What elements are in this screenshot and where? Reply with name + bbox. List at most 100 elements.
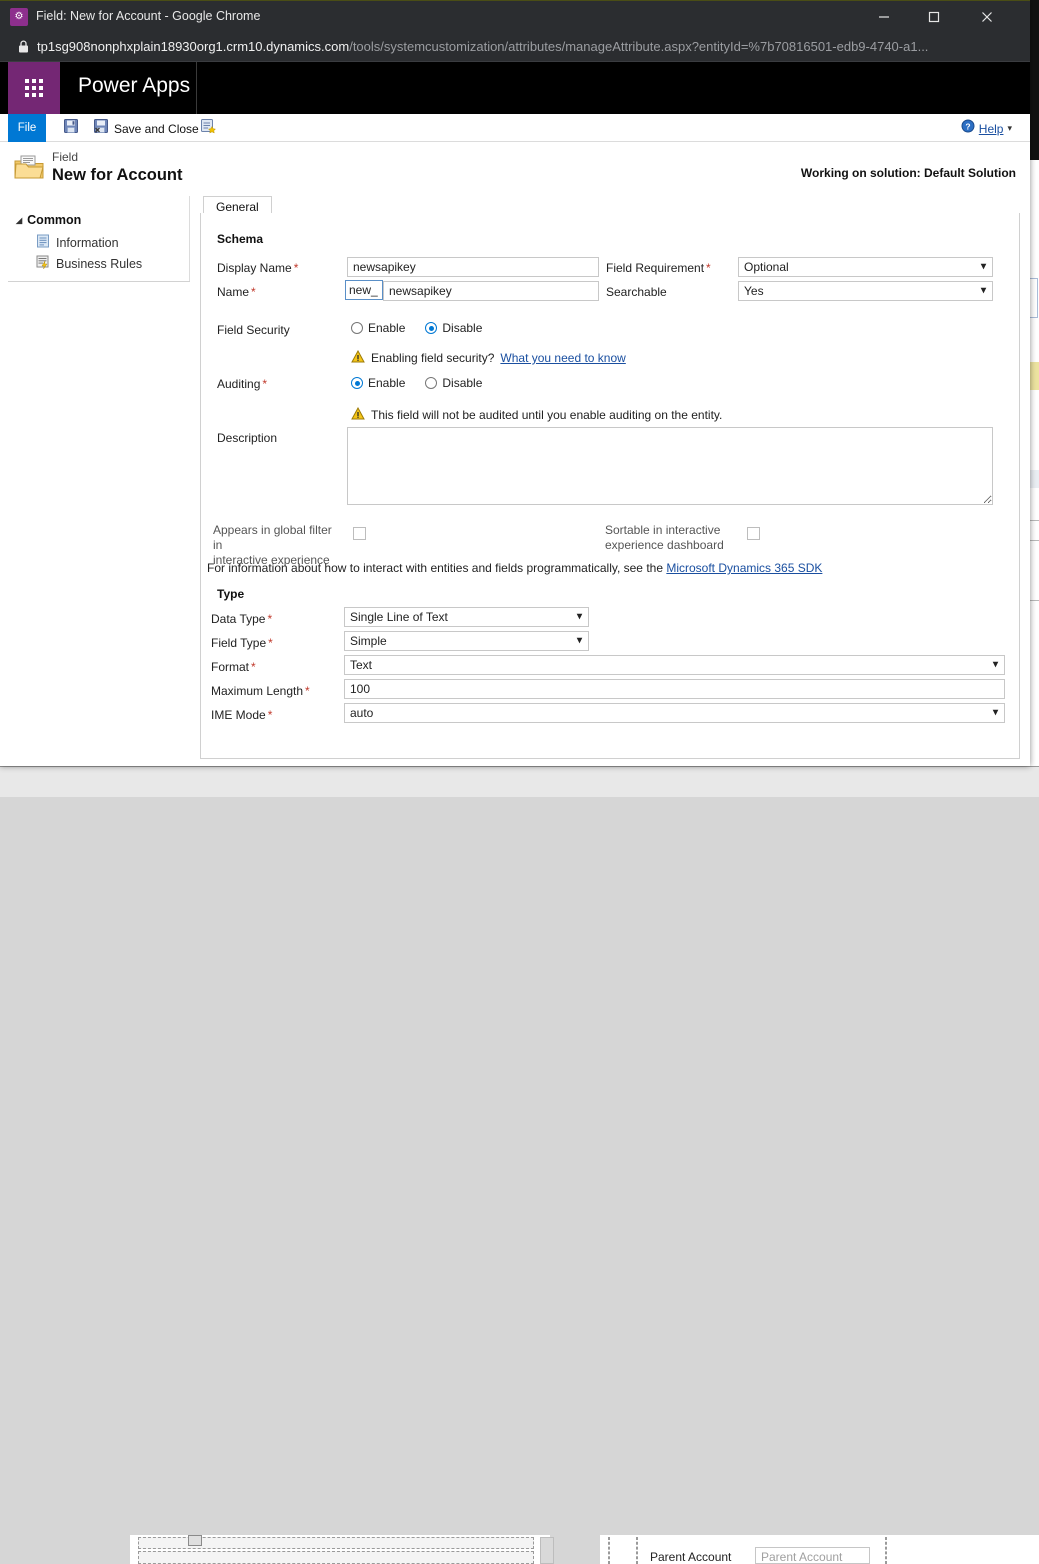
new-button[interactable] (200, 118, 216, 139)
business-rules-icon (36, 255, 50, 272)
window-close-button[interactable] (964, 1, 1010, 33)
radio-selected-icon[interactable] (425, 322, 437, 334)
chevron-down-icon: ▾ (577, 611, 582, 622)
sidebar-item-information[interactable]: Information (36, 234, 119, 251)
help-menu[interactable]: ? Help ▾ (961, 119, 1012, 138)
field-security-warning-link[interactable]: What you need to know (500, 351, 625, 365)
command-ribbon: File (0, 114, 1030, 142)
description-textarea[interactable] (347, 427, 993, 505)
page-content: ◢ Common Information (0, 196, 1030, 766)
name-input[interactable] (383, 281, 599, 301)
background-bottom-scrollbar (540, 1537, 554, 1564)
page-title: New for Account (52, 166, 182, 185)
field-security-radio-group[interactable]: Enable Disable (351, 321, 496, 335)
auditing-warning-text: This field will not be audited until you… (371, 408, 722, 422)
svg-text:?: ? (965, 121, 970, 131)
format-select[interactable]: Text ▾ (344, 655, 1005, 675)
tab-favicon-icon: ⚙ (10, 8, 28, 26)
sdk-note-link[interactable]: Microsoft Dynamics 365 SDK (666, 561, 822, 575)
save-button[interactable] (63, 118, 79, 139)
window-minimize-button[interactable] (861, 1, 907, 33)
ime-mode-value: auto (350, 706, 373, 720)
tab-strip: General (200, 196, 1020, 214)
field-security-label: Field Security (217, 323, 292, 337)
field-type-select[interactable]: Simple ▾ (344, 631, 589, 651)
display-name-label: Display Name* (217, 261, 298, 275)
background-bottom-window: Parent Account Parent Account (0, 766, 1039, 797)
browser-address-bar[interactable]: tp1sg908nonphxplain18930org1.crm10.dynam… (0, 32, 1030, 62)
background-bottom-icon (188, 1535, 202, 1546)
chevron-down-icon: ▾ (993, 659, 998, 670)
sortable-checkbox[interactable] (747, 527, 760, 540)
page-header: Field New for Account Working on solutio… (0, 142, 1030, 196)
sidebar-underline (8, 281, 190, 282)
background-bottom-dashed-edge (636, 1537, 638, 1564)
chevron-down-icon: ▾ (981, 261, 986, 272)
chevron-down-icon: ▾ (1007, 123, 1012, 134)
auditing-label: Auditing* (217, 377, 267, 391)
radio-unselected-icon[interactable] (351, 322, 363, 334)
maximum-length-input[interactable] (344, 679, 1005, 699)
field-security-enable-option[interactable]: Enable (351, 321, 405, 335)
field-requirement-value: Optional (744, 260, 789, 274)
auditing-disable-option[interactable]: Disable (425, 376, 482, 390)
information-icon (36, 234, 50, 251)
file-tab[interactable]: File (8, 114, 46, 142)
field-security-enable-label: Enable (368, 321, 405, 335)
background-bottom-dashed-edge (885, 1537, 887, 1564)
ime-mode-label: IME Mode* (211, 708, 272, 722)
triangle-collapse-icon: ◢ (16, 216, 22, 225)
browser-title-bar: ⚙ Field: New for Account - Google Chrome (0, 0, 1030, 32)
window-maximize-button[interactable] (911, 1, 957, 33)
app-launcher-waffle-icon[interactable] (8, 62, 60, 114)
url-text: tp1sg908nonphxplain18930org1.crm10.dynam… (37, 39, 1010, 54)
sidebar-item-business-rules[interactable]: Business Rules (36, 255, 142, 272)
save-and-close-button[interactable]: Save and Close (93, 118, 199, 139)
schema-section-title: Schema (217, 232, 263, 246)
radio-unselected-icon[interactable] (425, 377, 437, 389)
field-folder-icon (14, 154, 44, 187)
sortable-label: Sortable in interactive experience dashb… (605, 523, 755, 553)
description-label: Description (217, 431, 277, 445)
name-prefix-box[interactable]: new_ (345, 280, 383, 300)
field-security-disable-option[interactable]: Disable (425, 321, 482, 335)
format-label: Format* (211, 660, 256, 674)
field-requirement-label: Field Requirement* (606, 261, 711, 275)
chevron-down-icon: ▾ (577, 635, 582, 646)
field-form-panel: Schema Display Name* Name* new_ Field Re… (200, 213, 1020, 759)
auditing-enable-option[interactable]: Enable (351, 376, 405, 390)
auditing-radio-group[interactable]: Enable Disable (351, 376, 496, 390)
browser-tab-title: Field: New for Account - Google Chrome (36, 9, 260, 23)
ime-mode-select[interactable]: auto ▾ (344, 703, 1005, 723)
save-and-close-icon (93, 118, 109, 139)
chevron-down-icon: ▾ (993, 707, 998, 718)
searchable-select[interactable]: Yes ▾ (738, 281, 993, 301)
searchable-label: Searchable (606, 285, 669, 299)
radio-selected-icon[interactable] (351, 377, 363, 389)
auditing-warning: This field will not be audited until you… (351, 407, 722, 423)
field-security-warning: Enabling field security? What you need t… (351, 350, 626, 366)
warning-triangle-icon (351, 350, 365, 366)
page-kicker: Field (52, 150, 78, 164)
sidebar-group-label: Common (27, 213, 81, 227)
save-and-close-label: Save and Close (114, 122, 199, 136)
warning-triangle-icon (351, 407, 365, 423)
field-type-value: Simple (350, 634, 387, 648)
searchable-value: Yes (744, 284, 764, 298)
format-value: Text (350, 658, 372, 672)
field-requirement-select[interactable]: Optional ▾ (738, 257, 993, 277)
sdk-note-text: For information about how to interact wi… (207, 561, 663, 575)
sidebar-item-label: Business Rules (56, 257, 142, 271)
chevron-down-icon: ▾ (981, 285, 986, 296)
sidebar-item-label: Information (56, 236, 119, 250)
field-security-disable-label: Disable (442, 321, 482, 335)
url-path: /tools/systemcustomization/attributes/ma… (349, 39, 928, 54)
auditing-disable-label: Disable (442, 376, 482, 390)
help-label: Help (979, 122, 1004, 136)
display-name-input[interactable] (347, 257, 599, 277)
sidebar-group-common[interactable]: ◢ Common (16, 213, 81, 227)
data-type-select[interactable]: Single Line of Text ▾ (344, 607, 589, 627)
working-solution-text: Working on solution: Default Solution (801, 166, 1016, 180)
global-filter-checkbox[interactable] (353, 527, 366, 540)
url-host: tp1sg908nonphxplain18930org1.crm10.dynam… (37, 39, 349, 54)
